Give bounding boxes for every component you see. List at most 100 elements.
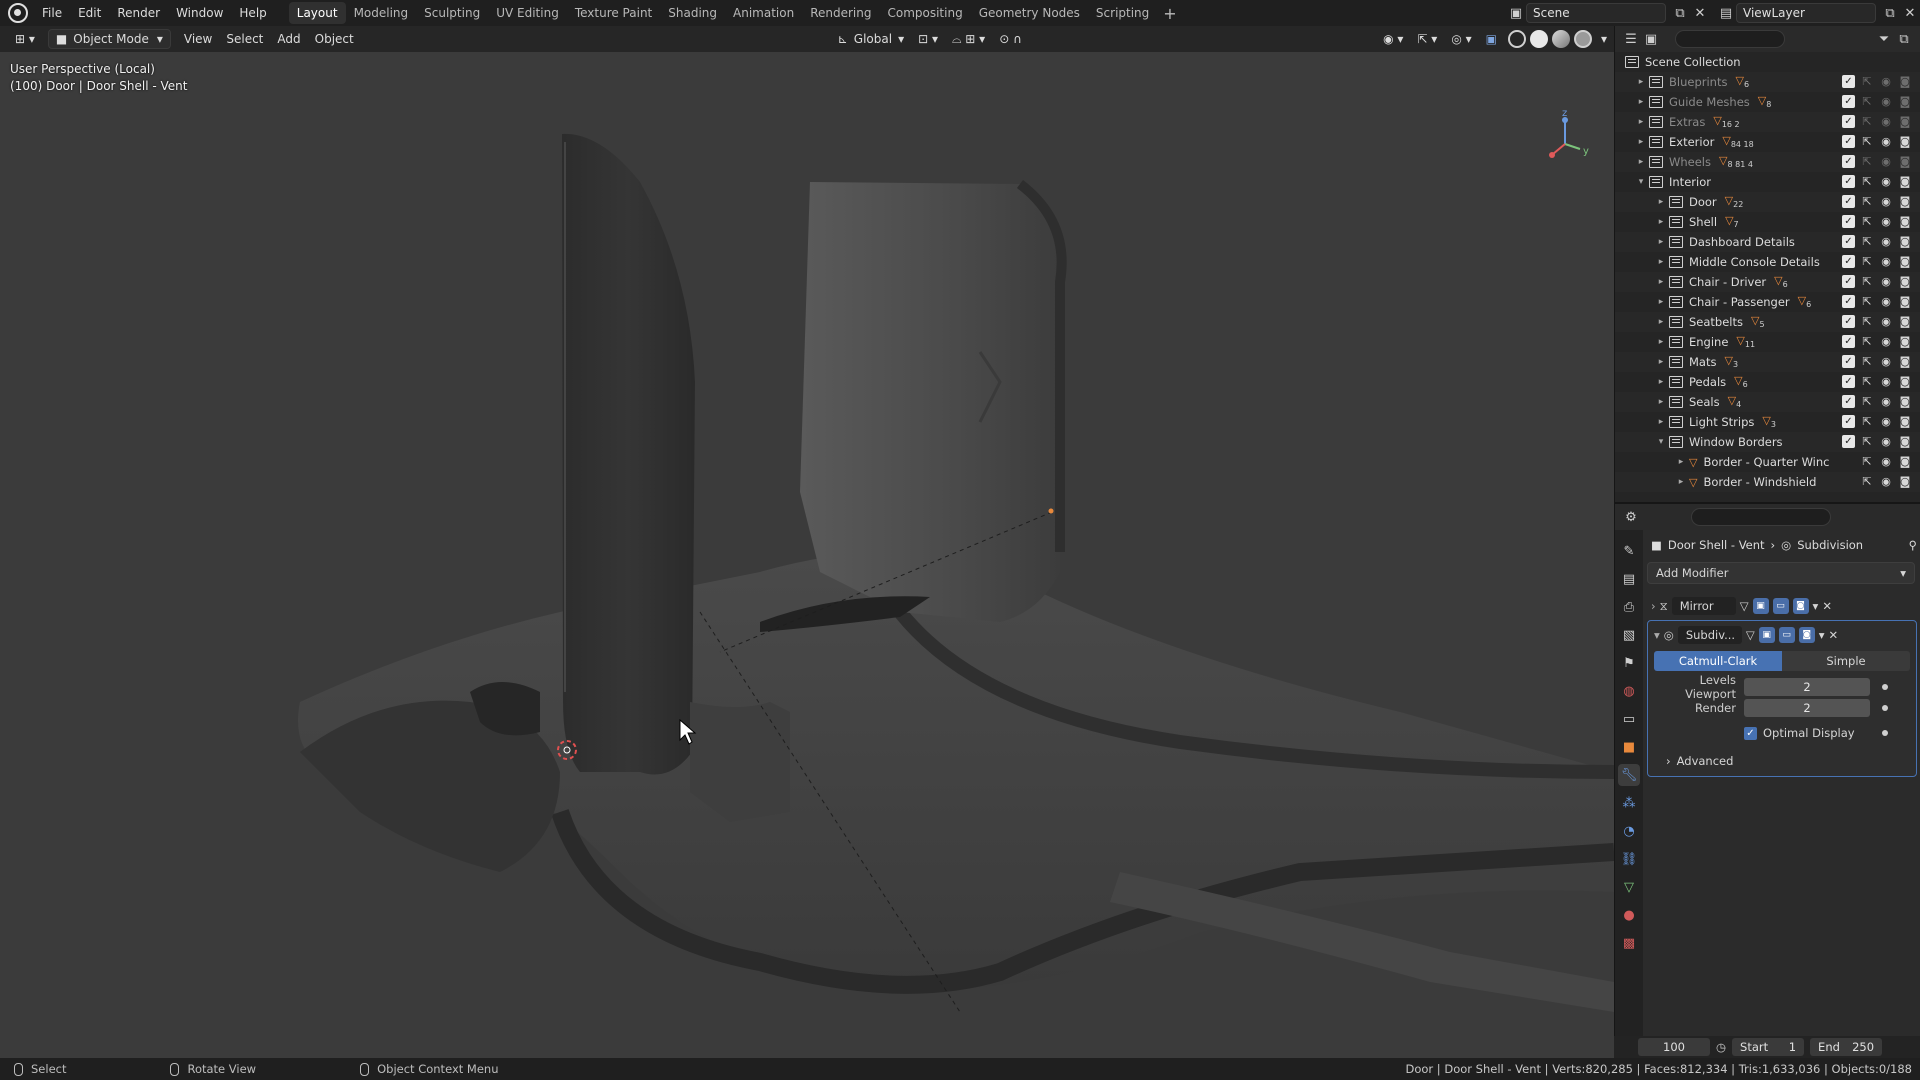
outliner-row-light-strips[interactable]: ▸ Light Strips ▽3 ✓ ⇱ ◉ ◙ bbox=[1615, 412, 1920, 432]
add-modifier-button[interactable]: Add Modifier ▾ bbox=[1647, 562, 1915, 584]
camera-icon[interactable]: ◙ bbox=[1898, 315, 1912, 329]
eye-icon[interactable]: ◉ bbox=[1879, 435, 1893, 449]
outliner-row-interior[interactable]: ▾ Interior ✓ ⇱ ◉ ◙ bbox=[1615, 172, 1920, 192]
properties-editor-icon[interactable]: ⚙ bbox=[1621, 507, 1641, 527]
snap-icon[interactable]: ⌓ ⊞ ▾ bbox=[945, 29, 992, 49]
advanced-subpanel[interactable]: › Advanced bbox=[1654, 751, 1910, 771]
outliner-row-middle-console-details[interactable]: ▸ Middle Console Details ✓ ⇱ ◉ ◙ bbox=[1615, 252, 1920, 272]
scene-tab-icon[interactable]: ⚑ bbox=[1618, 652, 1640, 674]
eye-icon[interactable]: ◉ bbox=[1879, 315, 1893, 329]
view-layer-tab-icon[interactable]: ▧ bbox=[1618, 624, 1640, 646]
add-workspace-button[interactable]: + bbox=[1157, 4, 1182, 23]
camera-icon[interactable]: ◙ bbox=[1898, 455, 1912, 469]
viewport-menu-select[interactable]: Select bbox=[219, 29, 270, 49]
exclude-checkbox[interactable]: ✓ bbox=[1842, 435, 1855, 448]
eye-icon[interactable]: ◉ bbox=[1879, 155, 1893, 169]
exclude-checkbox[interactable]: ✓ bbox=[1842, 315, 1855, 328]
select-toggle-icon[interactable]: ⇱ bbox=[1860, 195, 1874, 209]
modifier-name-field[interactable]: Subdiv... bbox=[1677, 626, 1742, 644]
select-toggle-icon[interactable]: ⇱ bbox=[1860, 255, 1874, 269]
chevron-right-icon[interactable]: ▸ bbox=[1635, 157, 1647, 167]
camera-icon[interactable]: ◙ bbox=[1898, 95, 1912, 109]
camera-icon[interactable]: ◙ bbox=[1898, 295, 1912, 309]
blender-logo-icon[interactable] bbox=[8, 3, 28, 23]
solid-shading-icon[interactable] bbox=[1529, 30, 1548, 48]
outliner-row-shell[interactable]: ▸ Shell ▽7 ✓ ⇱ ◉ ◙ bbox=[1615, 212, 1920, 232]
editor-type-icon[interactable]: ⊞ ▾ bbox=[8, 29, 42, 49]
tab-scripting[interactable]: Scripting bbox=[1088, 2, 1157, 24]
orientation-selector[interactable]: ⊾ Global ▾ bbox=[831, 29, 911, 49]
select-toggle-icon[interactable]: ⇱ bbox=[1860, 375, 1874, 389]
tab-geometry-nodes[interactable]: Geometry Nodes bbox=[971, 2, 1088, 24]
edit-mode-toggle-icon[interactable]: ▽ bbox=[1746, 628, 1755, 642]
texture-tab-icon[interactable]: ▩ bbox=[1618, 932, 1640, 954]
tab-texture-paint[interactable]: Texture Paint bbox=[567, 2, 660, 24]
exclude-checkbox[interactable]: ✓ bbox=[1842, 335, 1855, 348]
pivot-point-icon[interactable]: ⊡ ▾ bbox=[911, 29, 945, 49]
chevron-right-icon[interactable]: ▸ bbox=[1635, 117, 1647, 127]
exclude-checkbox[interactable]: ✓ bbox=[1842, 375, 1855, 388]
outliner-row-border-windshield[interactable]: ▸ ▽ Border - Windshield ⇱ ◉ ◙ bbox=[1615, 472, 1920, 492]
outliner-row-border-quarter-winc[interactable]: ▸ ▽ Border - Quarter Winc ⇱ ◉ ◙ bbox=[1615, 452, 1920, 472]
rendered-shading-icon[interactable] bbox=[1573, 30, 1592, 48]
camera-icon[interactable]: ◙ bbox=[1898, 395, 1912, 409]
shading-options-icon[interactable]: ▾ bbox=[1594, 29, 1614, 49]
outliner-row-pedals[interactable]: ▸ Pedals ▽6 ✓ ⇱ ◉ ◙ bbox=[1615, 372, 1920, 392]
camera-icon[interactable]: ◙ bbox=[1898, 195, 1912, 209]
physics-tab-icon[interactable]: ◔ bbox=[1618, 820, 1640, 842]
chevron-right-icon[interactable]: ▸ bbox=[1675, 457, 1687, 467]
eye-icon[interactable]: ◉ bbox=[1879, 395, 1893, 409]
proportional-edit-icon[interactable]: ⊙ ∩ bbox=[992, 29, 1029, 49]
simple-button[interactable]: Simple bbox=[1782, 651, 1910, 671]
select-toggle-icon[interactable]: ⇱ bbox=[1860, 315, 1874, 329]
viewport-menu-view[interactable]: View bbox=[177, 29, 219, 49]
exclude-checkbox[interactable]: ✓ bbox=[1842, 235, 1855, 248]
filter-icon[interactable]: ⏷ bbox=[1874, 29, 1894, 49]
eye-icon[interactable]: ◉ bbox=[1879, 175, 1893, 189]
exclude-checkbox[interactable]: ✓ bbox=[1842, 275, 1855, 288]
outliner-row-dashboard-details[interactable]: ▸ Dashboard Details ✓ ⇱ ◉ ◙ bbox=[1615, 232, 1920, 252]
render-levels-field[interactable]: 2 bbox=[1744, 699, 1870, 717]
display-mode-icon[interactable]: ▣ bbox=[1641, 29, 1661, 49]
chevron-right-icon[interactable]: ▸ bbox=[1655, 257, 1667, 267]
exclude-checkbox[interactable]: ✓ bbox=[1842, 155, 1855, 168]
eye-icon[interactable]: ◉ bbox=[1879, 275, 1893, 289]
chevron-down-icon[interactable]: ▾ bbox=[1654, 628, 1660, 642]
chevron-down-icon[interactable]: ▾ bbox=[1655, 437, 1667, 447]
exclude-checkbox[interactable]: ✓ bbox=[1842, 295, 1855, 308]
new-scene-icon[interactable]: ⧉ bbox=[1670, 3, 1690, 23]
wireframe-shading-icon[interactable] bbox=[1507, 30, 1526, 48]
tab-animation[interactable]: Animation bbox=[725, 2, 802, 24]
properties-search-input[interactable] bbox=[1691, 508, 1831, 526]
eye-icon[interactable]: ◉ bbox=[1879, 95, 1893, 109]
exclude-checkbox[interactable]: ✓ bbox=[1842, 355, 1855, 368]
end-frame-field[interactable]: End 250 bbox=[1810, 1038, 1883, 1056]
exclude-checkbox[interactable]: ✓ bbox=[1842, 75, 1855, 88]
constraints-tab-icon[interactable]: ⛓︎ bbox=[1618, 848, 1640, 870]
levels-viewport-field[interactable]: 2 bbox=[1744, 678, 1870, 696]
close-icon[interactable]: ✕ bbox=[1822, 599, 1832, 613]
render-display-icon[interactable]: ◙ bbox=[1792, 598, 1809, 614]
chevron-down-icon[interactable]: ▾ bbox=[1813, 599, 1819, 613]
menu-help[interactable]: Help bbox=[231, 2, 274, 24]
select-toggle-icon[interactable]: ⇱ bbox=[1860, 215, 1874, 229]
outliner-row-wheels[interactable]: ▸ Wheels ▽8 81 4 ✓ ⇱ ◉ ◙ bbox=[1615, 152, 1920, 172]
subdivision-modifier-header[interactable]: ▾ ◎ Subdiv... ▽ ▣ ▭ ◙ ▾ ✕ bbox=[1654, 623, 1910, 647]
eye-icon[interactable]: ◉ bbox=[1879, 375, 1893, 389]
output-tab-icon[interactable]: ⎙ bbox=[1618, 596, 1640, 618]
camera-icon[interactable]: ◙ bbox=[1898, 475, 1912, 489]
chevron-right-icon[interactable]: ▸ bbox=[1655, 217, 1667, 227]
outliner-row-mats[interactable]: ▸ Mats ▽3 ✓ ⇱ ◉ ◙ bbox=[1615, 352, 1920, 372]
camera-icon[interactable]: ◙ bbox=[1898, 235, 1912, 249]
camera-icon[interactable]: ◙ bbox=[1898, 435, 1912, 449]
exclude-checkbox[interactable]: ✓ bbox=[1842, 255, 1855, 268]
current-frame-field[interactable]: 100 bbox=[1638, 1038, 1710, 1056]
camera-icon[interactable]: ◙ bbox=[1898, 215, 1912, 229]
select-toggle-icon[interactable]: ⇱ bbox=[1860, 335, 1874, 349]
chevron-right-icon[interactable]: ▸ bbox=[1635, 97, 1647, 107]
close-icon[interactable]: ✕ bbox=[1828, 628, 1838, 642]
chevron-right-icon[interactable]: ▸ bbox=[1675, 477, 1687, 487]
modifier-tab-icon[interactable]: 🔧︎ bbox=[1618, 764, 1640, 786]
eye-icon[interactable]: ◉ bbox=[1879, 455, 1893, 469]
camera-icon[interactable]: ◙ bbox=[1898, 135, 1912, 149]
